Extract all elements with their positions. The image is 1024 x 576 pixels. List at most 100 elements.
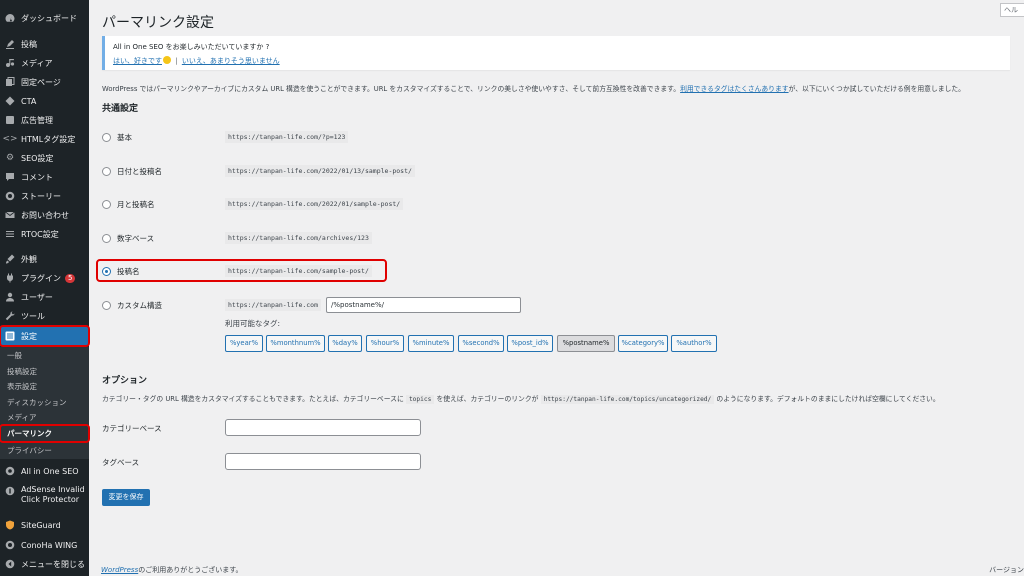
- adsense-icon: [5, 486, 15, 496]
- sidebar-item-appearance[interactable]: 外観: [0, 250, 89, 268]
- media-icon: [5, 58, 15, 68]
- admin-sidebar: ダッシュボード 投稿 メディア 固定ページ CTA 広告管理 <> HTMLタグ設…: [0, 0, 90, 576]
- sidebar-item-label: All in One SEO: [21, 466, 79, 476]
- desc-code: topics: [405, 395, 435, 404]
- sidebar-item-pages[interactable]: 固定ページ: [0, 73, 89, 91]
- footer-wordpress-link[interactable]: WordPress: [101, 566, 138, 574]
- sidebar-item-contact[interactable]: お問い合わせ: [0, 206, 89, 224]
- tag-button-day[interactable]: %day%: [328, 335, 362, 352]
- tag-button-postname[interactable]: %postname%: [557, 335, 615, 352]
- submenu-privacy[interactable]: プライバシー: [0, 443, 89, 458]
- sidebar-item-comments[interactable]: コメント: [0, 168, 89, 186]
- intro-text: WordPress ではパーマリンクやアーカイブにカスタム URL 構造を使うこ…: [102, 83, 965, 93]
- update-count-badge: 5: [65, 273, 76, 283]
- mail-icon: [5, 210, 15, 220]
- radio-button[interactable]: [102, 233, 111, 243]
- custom-structure-input[interactable]: /%postname%/: [326, 297, 521, 313]
- options-description: カテゴリー・タグの URL 構造をカスタマイズすることもできます。たとえば、カテ…: [102, 393, 940, 404]
- example-url: https://tanpan-life.com/archives/123: [225, 232, 372, 244]
- options-heading: オプション: [102, 376, 148, 386]
- sidebar-item-label: メニューを閉じる: [21, 559, 85, 569]
- category-base-input[interactable]: [225, 419, 421, 436]
- tag-base-input[interactable]: [225, 453, 421, 470]
- sidebar-item-label: メディア: [21, 58, 53, 68]
- sidebar-item-plugins[interactable]: プラグイン 5: [0, 269, 89, 287]
- radio-button[interactable]: [102, 199, 111, 209]
- sidebar-item-aioseo[interactable]: All in One SEO: [0, 462, 89, 480]
- radio-label: カスタム構造: [117, 300, 162, 310]
- dashboard-icon: [5, 13, 15, 23]
- custom-base-url: https://tanpan-life.com: [225, 299, 322, 311]
- help-tab[interactable]: ヘルプ: [1000, 3, 1024, 17]
- collapse-icon: [5, 559, 15, 569]
- permalink-option-plain[interactable]: 基本: [102, 130, 132, 144]
- sidebar-item-users[interactable]: ユーザー: [0, 288, 89, 306]
- sidebar-item-tools[interactable]: ツール: [0, 307, 89, 325]
- adsense-label-line2: Click Protector: [21, 495, 80, 504]
- sidebar-item-dashboard[interactable]: ダッシュボード: [0, 9, 89, 27]
- tag-button-year[interactable]: %year%: [225, 335, 263, 352]
- adsense-label-line1: AdSense Invalid: [21, 485, 85, 494]
- save-changes-button[interactable]: 変更を保存: [102, 489, 150, 506]
- permalink-option-numeric[interactable]: 数字ベース: [102, 231, 154, 245]
- desc-text: のようになります。デフォルトのままにしたければ空欄にしてください。: [716, 395, 940, 403]
- sidebar-item-seo[interactable]: ⚙ SEO設定: [0, 149, 89, 167]
- notice-yes-link[interactable]: はい、好きです: [113, 57, 162, 65]
- sidebar-item-label: CTA: [21, 96, 37, 106]
- notice-separator: |: [175, 57, 178, 65]
- permalink-option-custom[interactable]: カスタム構造: [102, 298, 162, 312]
- tag-button-author[interactable]: %author%: [671, 335, 717, 352]
- submenu-writing[interactable]: 投稿設定: [0, 364, 89, 379]
- sidebar-item-ads[interactable]: 広告管理: [0, 111, 89, 129]
- submenu-discussion[interactable]: ディスカッション: [0, 395, 89, 410]
- gear-icon: ⚙: [5, 152, 15, 163]
- sidebar-item-story[interactable]: ストーリー: [0, 187, 89, 205]
- radio-button[interactable]: [102, 166, 111, 176]
- available-tags-link[interactable]: 利用できるタグはたくさんあります: [680, 85, 788, 93]
- settings-submenu: 一般 投稿設定 表示設定 ディスカッション メディア パーマリンク プライバシー: [0, 347, 90, 459]
- radio-button[interactable]: [102, 300, 111, 310]
- sidebar-item-label: RTOC設定: [21, 229, 59, 239]
- page-title: パーマリンク設定: [102, 15, 214, 31]
- example-url: https://tanpan-life.com/2022/01/13/sampl…: [225, 165, 415, 177]
- collapse-menu-button[interactable]: メニューを閉じる: [0, 555, 89, 573]
- sidebar-item-html-tags[interactable]: <> HTMLタグ設定: [0, 130, 89, 148]
- sidebar-item-siteguard[interactable]: SiteGuard: [0, 516, 89, 534]
- notice-links: はい、好きです | いいえ、あまりそう思いません: [113, 56, 280, 66]
- tag-button-hour[interactable]: %hour%: [366, 335, 404, 352]
- ads-icon: [5, 115, 15, 125]
- footer-thanks: WordPressのご利用ありがとうございます。: [101, 565, 243, 575]
- sidebar-item-adsense[interactable]: AdSense Invalid Click Protector: [0, 485, 89, 511]
- list-icon: [5, 229, 15, 239]
- sidebar-item-label: 投稿: [21, 39, 37, 49]
- sidebar-item-label: プラグイン: [21, 273, 61, 283]
- tag-button-second[interactable]: %second%: [458, 335, 504, 352]
- submenu-permalinks[interactable]: パーマリンク: [0, 424, 90, 443]
- sidebar-item-label: コメント: [21, 172, 53, 182]
- radio-button[interactable]: [102, 132, 111, 142]
- available-tags-label: 利用可能なタグ:: [225, 319, 281, 328]
- sidebar-item-media[interactable]: メディア: [0, 54, 89, 72]
- submenu-general[interactable]: 一般: [0, 348, 89, 363]
- submenu-reading[interactable]: 表示設定: [0, 379, 89, 394]
- common-settings-heading: 共通設定: [102, 104, 139, 114]
- tag-button-category[interactable]: %category%: [618, 335, 668, 352]
- permalink-option-month-name[interactable]: 月と投稿名: [102, 197, 155, 211]
- tag-button-monthnum[interactable]: %monthnum%: [266, 335, 325, 352]
- sidebar-item-settings[interactable]: 設定: [0, 325, 90, 347]
- sidebar-item-rtoc[interactable]: RTOC設定: [0, 225, 89, 243]
- sidebar-item-conoha[interactable]: ConoHa WING: [0, 536, 89, 554]
- notice-no-link[interactable]: いいえ、あまりそう思いません: [182, 57, 280, 65]
- permalink-option-day-name[interactable]: 日付と投稿名: [102, 164, 162, 178]
- tag-button-post-id[interactable]: %post_id%: [507, 335, 553, 352]
- sidebar-item-cta[interactable]: CTA: [0, 92, 89, 110]
- sidebar-item-posts[interactable]: 投稿: [0, 35, 89, 53]
- submenu-media[interactable]: メディア: [0, 410, 89, 425]
- desc-text: カテゴリー・タグの URL 構造をカスタマイズすることもできます。たとえば、カテ…: [102, 395, 404, 403]
- sidebar-item-label: 外観: [21, 254, 37, 264]
- radio-label: 月と投稿名: [117, 199, 155, 209]
- tag-button-minute[interactable]: %minute%: [408, 335, 454, 352]
- sidebar-item-label: お問い合わせ: [21, 210, 69, 220]
- sidebar-item-label: HTMLタグ設定: [21, 134, 76, 144]
- siteguard-icon: [5, 520, 15, 530]
